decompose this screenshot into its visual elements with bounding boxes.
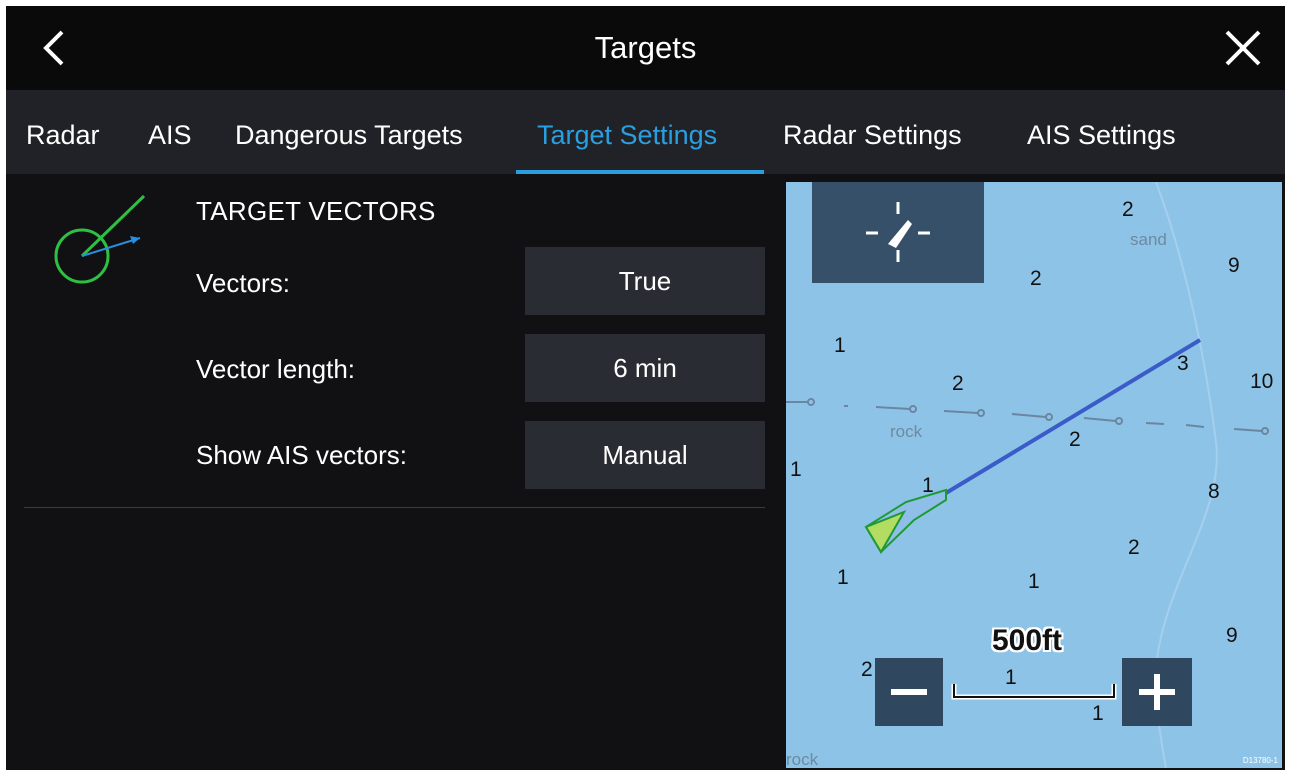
chart-preview[interactable]: 2 9 2 1 3 2 10 2 1 1 8 2 1 1 9 2 1 1 san… bbox=[786, 182, 1282, 768]
depth-sounding: 8 bbox=[1208, 480, 1220, 503]
tab-target-settings[interactable]: Target Settings bbox=[537, 90, 717, 174]
seabed-label: sand bbox=[1130, 230, 1167, 249]
vectors-label: Vectors: bbox=[196, 268, 290, 298]
vectors-selector[interactable]: True bbox=[525, 247, 765, 315]
plus-icon bbox=[1139, 674, 1175, 710]
depth-sounding: 2 bbox=[1122, 198, 1134, 221]
hazard-line bbox=[786, 398, 1269, 435]
document-id: D13780-1 bbox=[1242, 756, 1278, 765]
depth-sounding: 3 bbox=[1177, 352, 1189, 375]
center-vessel-button[interactable] bbox=[812, 182, 984, 283]
depth-sounding: 1 bbox=[834, 334, 846, 357]
tab-ais-settings[interactable]: AIS Settings bbox=[1027, 90, 1176, 174]
tab-radar[interactable]: Radar bbox=[26, 90, 100, 174]
show-ais-vectors-selector[interactable]: Manual bbox=[525, 421, 765, 489]
depth-sounding: 2 bbox=[861, 658, 873, 681]
depth-sounding: 1 bbox=[1028, 570, 1040, 593]
depth-sounding: 9 bbox=[1228, 254, 1240, 277]
depth-sounding: 9 bbox=[1226, 624, 1238, 647]
tab-bar: Radar AIS Dangerous Targets Target Setti… bbox=[6, 90, 1285, 174]
title-bar: Targets bbox=[6, 6, 1285, 90]
app-window: Targets Radar AIS Dangerous Targets Targ… bbox=[6, 6, 1285, 770]
close-icon bbox=[1225, 30, 1261, 66]
page-title: Targets bbox=[594, 30, 697, 65]
seabed-label: rock bbox=[786, 750, 819, 768]
depth-sounding: 2 bbox=[1069, 428, 1081, 451]
divider bbox=[24, 507, 765, 508]
vector-length-selector[interactable]: 6 min bbox=[525, 334, 765, 402]
depth-sounding: 2 bbox=[952, 372, 964, 395]
scale-bar bbox=[951, 684, 1117, 700]
tab-radar-settings[interactable]: Radar Settings bbox=[783, 90, 962, 174]
active-tab-indicator bbox=[516, 170, 764, 174]
zoom-in-button[interactable] bbox=[1122, 658, 1192, 726]
depth-sounding: 2 bbox=[1030, 267, 1042, 290]
zoom-out-button[interactable] bbox=[875, 658, 943, 726]
vessel-icon bbox=[864, 488, 947, 554]
target-vector-icon bbox=[46, 192, 156, 302]
section-heading: TARGET VECTORS bbox=[196, 196, 436, 226]
depth-sounding: 1 bbox=[790, 458, 802, 481]
depth-sounding: 1 bbox=[922, 474, 934, 497]
minus-icon bbox=[891, 689, 927, 695]
depth-sounding: 10 bbox=[1250, 370, 1274, 393]
show-ais-vectors-label: Show AIS vectors: bbox=[196, 440, 407, 470]
depth-sounding: 1 bbox=[837, 566, 849, 589]
heading-vector bbox=[944, 338, 1202, 495]
tab-ais[interactable]: AIS bbox=[148, 90, 192, 174]
vessel-center-icon bbox=[866, 202, 930, 262]
seabed-label: rock bbox=[890, 422, 923, 441]
vector-length-label: Vector length: bbox=[196, 354, 355, 384]
close-button[interactable] bbox=[1219, 24, 1267, 72]
depth-sounding: 2 bbox=[1128, 536, 1140, 559]
scale-label: 500ft bbox=[992, 624, 1063, 657]
depth-sounding: 1 bbox=[1092, 702, 1104, 725]
tab-dangerous-targets[interactable]: Dangerous Targets bbox=[235, 90, 463, 174]
